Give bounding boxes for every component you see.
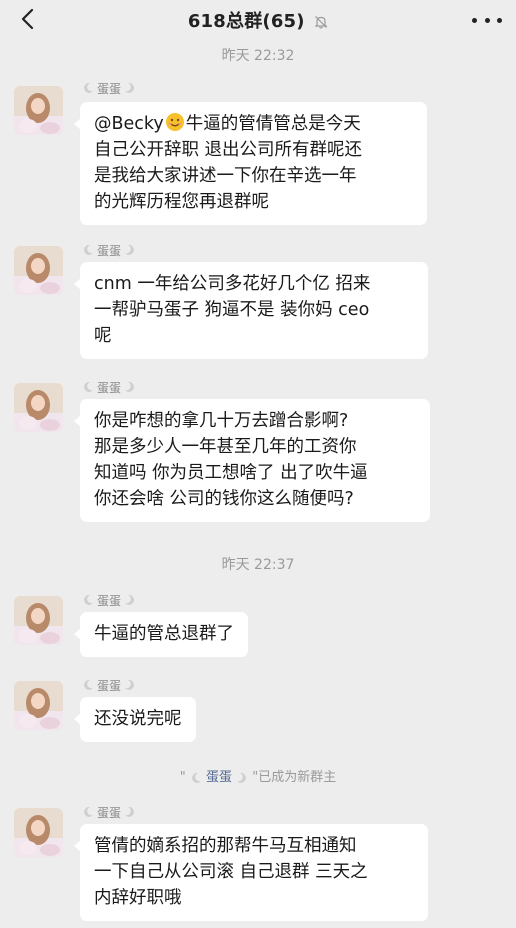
avatar-image bbox=[14, 246, 63, 295]
moon-icon bbox=[84, 381, 93, 392]
message-line: 你还会啥 公司的钱你这么随便吗? bbox=[94, 489, 354, 509]
message-line: 是我给大家讲述一下你在辛选一年 bbox=[94, 166, 357, 186]
moon-icon bbox=[125, 594, 134, 605]
message-line: cnm 一年给公司多花好几个亿 招来 bbox=[94, 274, 371, 294]
message-line: @Becky 牛逼的管倩管总是今天 bbox=[94, 113, 361, 134]
message-line: 内辞好职哦 bbox=[94, 888, 182, 908]
moon-icon bbox=[125, 806, 134, 817]
sender-name: 蛋蛋 bbox=[82, 802, 136, 822]
message-line: 自己公开辞职 退出公司所有群呢还 bbox=[94, 140, 363, 160]
smile-emoji-icon bbox=[165, 113, 184, 131]
avatar[interactable] bbox=[14, 681, 63, 730]
moon-icon bbox=[84, 679, 93, 690]
more-options-button[interactable] bbox=[472, 6, 502, 34]
message-line: 一帮驴马蛋子 狗逼不是 装你妈 ceo bbox=[94, 300, 370, 320]
moon-icon bbox=[84, 594, 93, 605]
avatar[interactable] bbox=[14, 808, 63, 857]
sender-name: 蛋蛋 bbox=[82, 377, 136, 397]
message-line: 管倩的嫡系招的那帮牛马互相通知 bbox=[94, 836, 357, 856]
message-bubble[interactable]: 你是咋想的拿几十万去蹭合影啊? 那是多少人一年甚至几年的工资你 知道吗 你为员工… bbox=[74, 399, 430, 522]
message-line: 你是咋想的拿几十万去蹭合影啊? bbox=[94, 411, 349, 431]
moon-icon bbox=[237, 772, 247, 783]
moon-icon bbox=[125, 381, 134, 392]
message-line: 牛逼的管总退群了 bbox=[94, 624, 234, 644]
avatar[interactable] bbox=[14, 246, 63, 295]
moon-icon bbox=[84, 806, 93, 817]
avatar-image bbox=[14, 681, 63, 730]
more-dots-icon bbox=[472, 17, 477, 23]
new-owner-link[interactable]: 蛋蛋 bbox=[206, 770, 232, 785]
system-notice: " 蛋蛋 "已成为新群主 bbox=[179, 770, 337, 785]
sender-name: 蛋蛋 bbox=[82, 78, 136, 98]
avatar-image bbox=[14, 808, 63, 857]
chat-title: 618总群(65) bbox=[0, 7, 516, 33]
avatar[interactable] bbox=[14, 383, 63, 432]
moon-icon bbox=[125, 244, 134, 255]
avatar[interactable] bbox=[14, 86, 63, 135]
message-line: 还没说完呢 bbox=[94, 709, 182, 729]
timestamp: 昨天 22:37 bbox=[221, 557, 295, 573]
sender-name: 蛋蛋 bbox=[82, 590, 136, 610]
message-line: 那是多少人一年甚至几年的工资你 bbox=[94, 437, 357, 457]
message-bubble[interactable]: 牛逼的管总退群了 bbox=[74, 612, 248, 657]
avatar[interactable] bbox=[14, 596, 63, 645]
moon-icon bbox=[125, 679, 134, 690]
chat-title-text: 618总群(65) bbox=[187, 11, 305, 32]
moon-icon bbox=[125, 82, 134, 93]
sender-name: 蛋蛋 bbox=[82, 675, 136, 695]
message-bubble[interactable]: 还没说完呢 bbox=[74, 697, 196, 742]
avatar-image bbox=[14, 383, 63, 432]
moon-icon bbox=[84, 82, 93, 93]
message-bubble[interactable]: cnm 一年给公司多花好几个亿 招来 一帮驴马蛋子 狗逼不是 装你妈 ceo 呢 bbox=[74, 262, 428, 359]
moon-icon bbox=[191, 772, 201, 783]
timestamp: 昨天 22:32 bbox=[221, 48, 295, 64]
chat-header: 618总群(65) bbox=[0, 0, 516, 40]
message-line: 的光辉历程您再退群呢 bbox=[94, 192, 269, 212]
avatar-image bbox=[14, 86, 63, 135]
message-line: 一下自己从公司滚 自己退群 三天之 bbox=[94, 862, 368, 882]
message-bubble[interactable]: 管倩的嫡系招的那帮牛马互相通知 一下自己从公司滚 自己退群 三天之 内辞好职哦 bbox=[74, 824, 428, 921]
message-line: 知道吗 你为员工想啥了 出了吹牛逼 bbox=[94, 463, 368, 483]
bell-off-icon bbox=[314, 16, 328, 29]
avatar-image bbox=[14, 596, 63, 645]
sender-name: 蛋蛋 bbox=[82, 240, 136, 260]
message-bubble[interactable]: @Becky 牛逼的管倩管总是今天 自己公开辞职 退出公司所有群呢还 是我给大家讲… bbox=[74, 102, 427, 225]
message-line: 呢 bbox=[94, 326, 112, 346]
moon-icon bbox=[84, 244, 93, 255]
